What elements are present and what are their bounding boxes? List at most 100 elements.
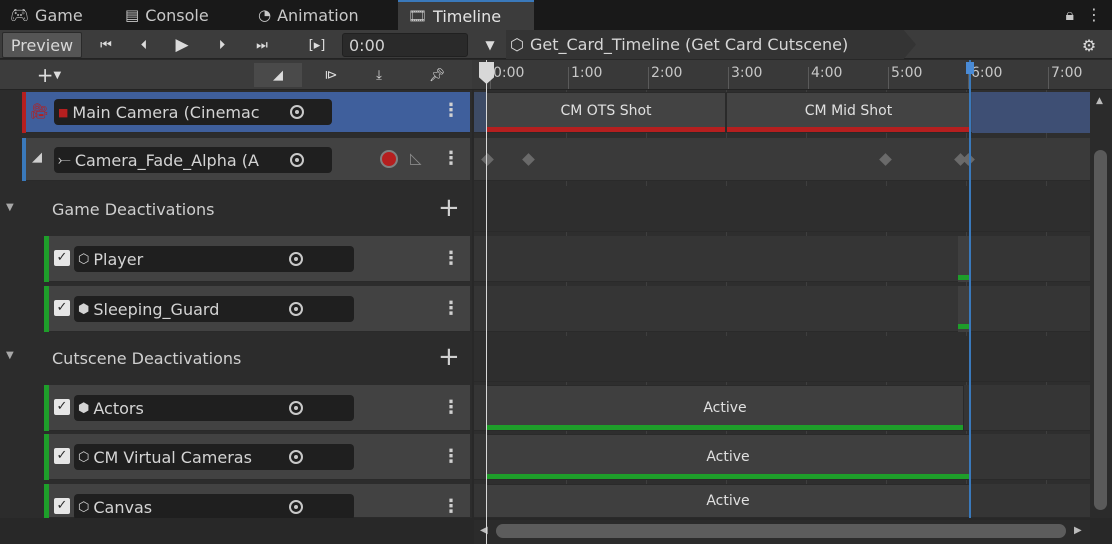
track-enable-checkbox[interactable]: ✓ bbox=[54, 448, 70, 464]
object-picker-icon[interactable] bbox=[289, 302, 303, 316]
add-icon[interactable]: + bbox=[438, 344, 460, 370]
track-enable-checkbox[interactable]: ✓ bbox=[54, 498, 70, 514]
track-name-field[interactable]: ⬢ Actors bbox=[74, 395, 354, 421]
ruler-label: 2:00 bbox=[651, 65, 683, 81]
window-tab-bar: 🎮︎ Game ▤ Console ◔ Animation 🎞︎ Timelin… bbox=[0, 0, 1112, 30]
time-field[interactable]: 0:00 bbox=[342, 33, 468, 57]
track-name-label: Main Camera (Cinemac bbox=[72, 102, 260, 122]
track-name-field[interactable]: ⬡ CM Virtual Cameras bbox=[74, 444, 354, 470]
breadcrumb[interactable]: ⬡ Get_Card_Timeline (Get Card Cutscene) bbox=[510, 30, 848, 59]
prefab-icon: ⬢ bbox=[78, 301, 90, 317]
time-ruler[interactable]: 0:00 1:00 2:00 3:00 4:00 5:00 6:00 7:00 bbox=[472, 60, 1112, 90]
play-icon[interactable]: ▶ bbox=[168, 33, 196, 57]
clip-underline bbox=[487, 127, 725, 132]
track-cm-virtual-cameras[interactable]: ✓ ⬡ CM Virtual Cameras ⋮ bbox=[44, 434, 470, 480]
tab-console-label: Console bbox=[145, 5, 209, 25]
clip-edit-mode-icon[interactable]: ◢ bbox=[254, 63, 302, 87]
track-menu-icon[interactable]: ⋮ bbox=[442, 298, 460, 319]
track-camera-fade-alpha[interactable]: ◢ ⤚ Camera_Fade_Alpha (A ◺ ⋮ bbox=[22, 138, 470, 181]
cinemachine-icon: ■ bbox=[58, 105, 69, 119]
track-name-field[interactable]: ⬢ Sleeping_Guard bbox=[74, 296, 354, 322]
track-menu-icon[interactable]: ⋮ bbox=[442, 100, 460, 121]
track-menu-icon[interactable]: ⋮ bbox=[442, 446, 460, 467]
add-icon[interactable]: + bbox=[438, 195, 460, 221]
group-foldout-icon[interactable]: ▼ bbox=[6, 350, 14, 361]
gear-icon[interactable]: ⚙ bbox=[1076, 33, 1102, 57]
track-menu-icon[interactable]: ⋮ bbox=[442, 397, 460, 418]
tab-console[interactable]: ▤ Console bbox=[115, 0, 219, 30]
end-marker-cap[interactable] bbox=[966, 62, 974, 74]
track-name-field[interactable]: ⬡ Canvas bbox=[74, 494, 354, 520]
track-enable-checkbox[interactable]: ✓ bbox=[54, 250, 70, 266]
timeline-clip-area[interactable]: CM OTS Shot CM Mid Shot Active Active Ac… bbox=[474, 90, 1090, 518]
tab-animation[interactable]: ◔ Animation bbox=[248, 0, 369, 30]
clip-label: CM Mid Shot bbox=[804, 102, 893, 119]
lane-camera-fade[interactable] bbox=[474, 138, 1090, 181]
record-icon[interactable] bbox=[380, 150, 398, 168]
timeline-asset-name: Get_Card_Timeline (Get Card Cutscene) bbox=[529, 35, 849, 54]
track-menu-icon[interactable]: ⋮ bbox=[442, 496, 460, 517]
track-header-list: 🎥︎ ■ Main Camera (Cinemac ⋮ ◢ ⤚ Camera_F… bbox=[0, 90, 472, 520]
tab-game[interactable]: 🎮︎ Game bbox=[0, 0, 93, 30]
tab-animation-label: Animation bbox=[277, 5, 359, 25]
track-canvas[interactable]: ✓ ⬡ Canvas ⋮ bbox=[44, 484, 470, 520]
clip-actors-active[interactable]: Active bbox=[486, 385, 964, 431]
track-player[interactable]: ✓ ⬡ Player ⋮ bbox=[44, 236, 470, 282]
object-picker-icon[interactable] bbox=[289, 500, 303, 514]
ruler-tick bbox=[568, 67, 569, 89]
ruler-label: 7:00 bbox=[1051, 65, 1083, 81]
preview-button[interactable]: Preview bbox=[2, 32, 82, 58]
track-menu-icon[interactable]: ⋮ bbox=[442, 248, 460, 269]
binding-icon: ⤚ bbox=[58, 150, 71, 169]
tab-timeline[interactable]: 🎞︎ Timeline bbox=[398, 0, 534, 30]
clock-icon: ◔ bbox=[258, 6, 272, 24]
object-picker-icon[interactable] bbox=[290, 105, 304, 119]
go-to-start-icon[interactable]: ⏮ bbox=[92, 33, 120, 57]
track-name-label: CM Virtual Cameras bbox=[93, 447, 252, 467]
add-track-button[interactable]: + ▼ bbox=[24, 63, 74, 87]
go-to-end-icon[interactable]: ⏭ bbox=[248, 33, 276, 57]
replace-mode-icon[interactable]: ⤓ bbox=[364, 63, 394, 87]
scroll-right-icon[interactable]: ▶ bbox=[1074, 525, 1082, 536]
ruler-tick bbox=[728, 67, 729, 89]
track-name-label: Camera_Fade_Alpha (A bbox=[74, 150, 259, 170]
group-foldout-icon[interactable]: ▼ bbox=[6, 202, 14, 213]
ruler-label: 6:00 bbox=[971, 65, 1003, 81]
ruler-tick bbox=[808, 67, 809, 89]
next-frame-icon[interactable]: ⏵ bbox=[208, 33, 236, 57]
lock-icon[interactable]: 🔒︎ bbox=[1065, 5, 1074, 25]
play-range-icon[interactable]: [▸] bbox=[302, 33, 332, 57]
kebab-menu-icon[interactable]: ⋮ bbox=[1086, 5, 1102, 25]
chevron-down-icon[interactable]: ▼ bbox=[478, 33, 502, 57]
track-enable-checkbox[interactable]: ✓ bbox=[54, 300, 70, 316]
clip-canvas-active[interactable]: Active bbox=[486, 484, 970, 518]
clip-label: CM OTS Shot bbox=[560, 102, 652, 119]
track-menu-icon[interactable]: ⋮ bbox=[442, 148, 460, 169]
lane-sleeping-guard[interactable] bbox=[474, 286, 1090, 332]
scroll-up-icon[interactable]: ▲ bbox=[1096, 96, 1103, 106]
vertical-scroll-thumb[interactable] bbox=[1094, 150, 1107, 510]
lane-player[interactable] bbox=[474, 236, 1090, 282]
track-name-label: Sleeping_Guard bbox=[93, 299, 220, 319]
ripple-mode-icon[interactable]: ⧐ bbox=[316, 63, 346, 87]
curves-icon[interactable]: ◺ bbox=[410, 149, 422, 167]
object-picker-icon[interactable] bbox=[290, 153, 304, 167]
object-picker-icon[interactable] bbox=[289, 450, 303, 464]
clip-cm-virtual-cameras-active[interactable]: Active bbox=[486, 434, 970, 480]
clip-cm-mid-shot[interactable]: CM Mid Shot bbox=[726, 92, 971, 133]
previous-frame-icon[interactable]: ⏴ bbox=[130, 33, 158, 57]
object-picker-icon[interactable] bbox=[289, 401, 303, 415]
track-sleeping-guard[interactable]: ✓ ⬢ Sleeping_Guard ⋮ bbox=[44, 286, 470, 332]
track-actors[interactable]: ✓ ⬢ Actors ⋮ bbox=[44, 385, 470, 431]
playhead-line bbox=[486, 60, 487, 544]
horizontal-scroll-thumb[interactable] bbox=[496, 524, 1066, 538]
object-picker-icon[interactable] bbox=[289, 252, 303, 266]
ruler-label: 1:00 bbox=[571, 65, 603, 81]
track-enable-checkbox[interactable]: ✓ bbox=[54, 399, 70, 415]
clip-cm-ots-shot[interactable]: CM OTS Shot bbox=[486, 92, 726, 133]
ruler-tick bbox=[1048, 67, 1049, 89]
snap-pin-icon[interactable]: 📌︎ bbox=[424, 63, 450, 87]
track-name-field[interactable]: ⬡ Player bbox=[74, 246, 354, 272]
track-main-camera[interactable]: 🎥︎ ■ Main Camera (Cinemac ⋮ bbox=[22, 92, 470, 133]
track-name-label: Player bbox=[93, 249, 144, 269]
